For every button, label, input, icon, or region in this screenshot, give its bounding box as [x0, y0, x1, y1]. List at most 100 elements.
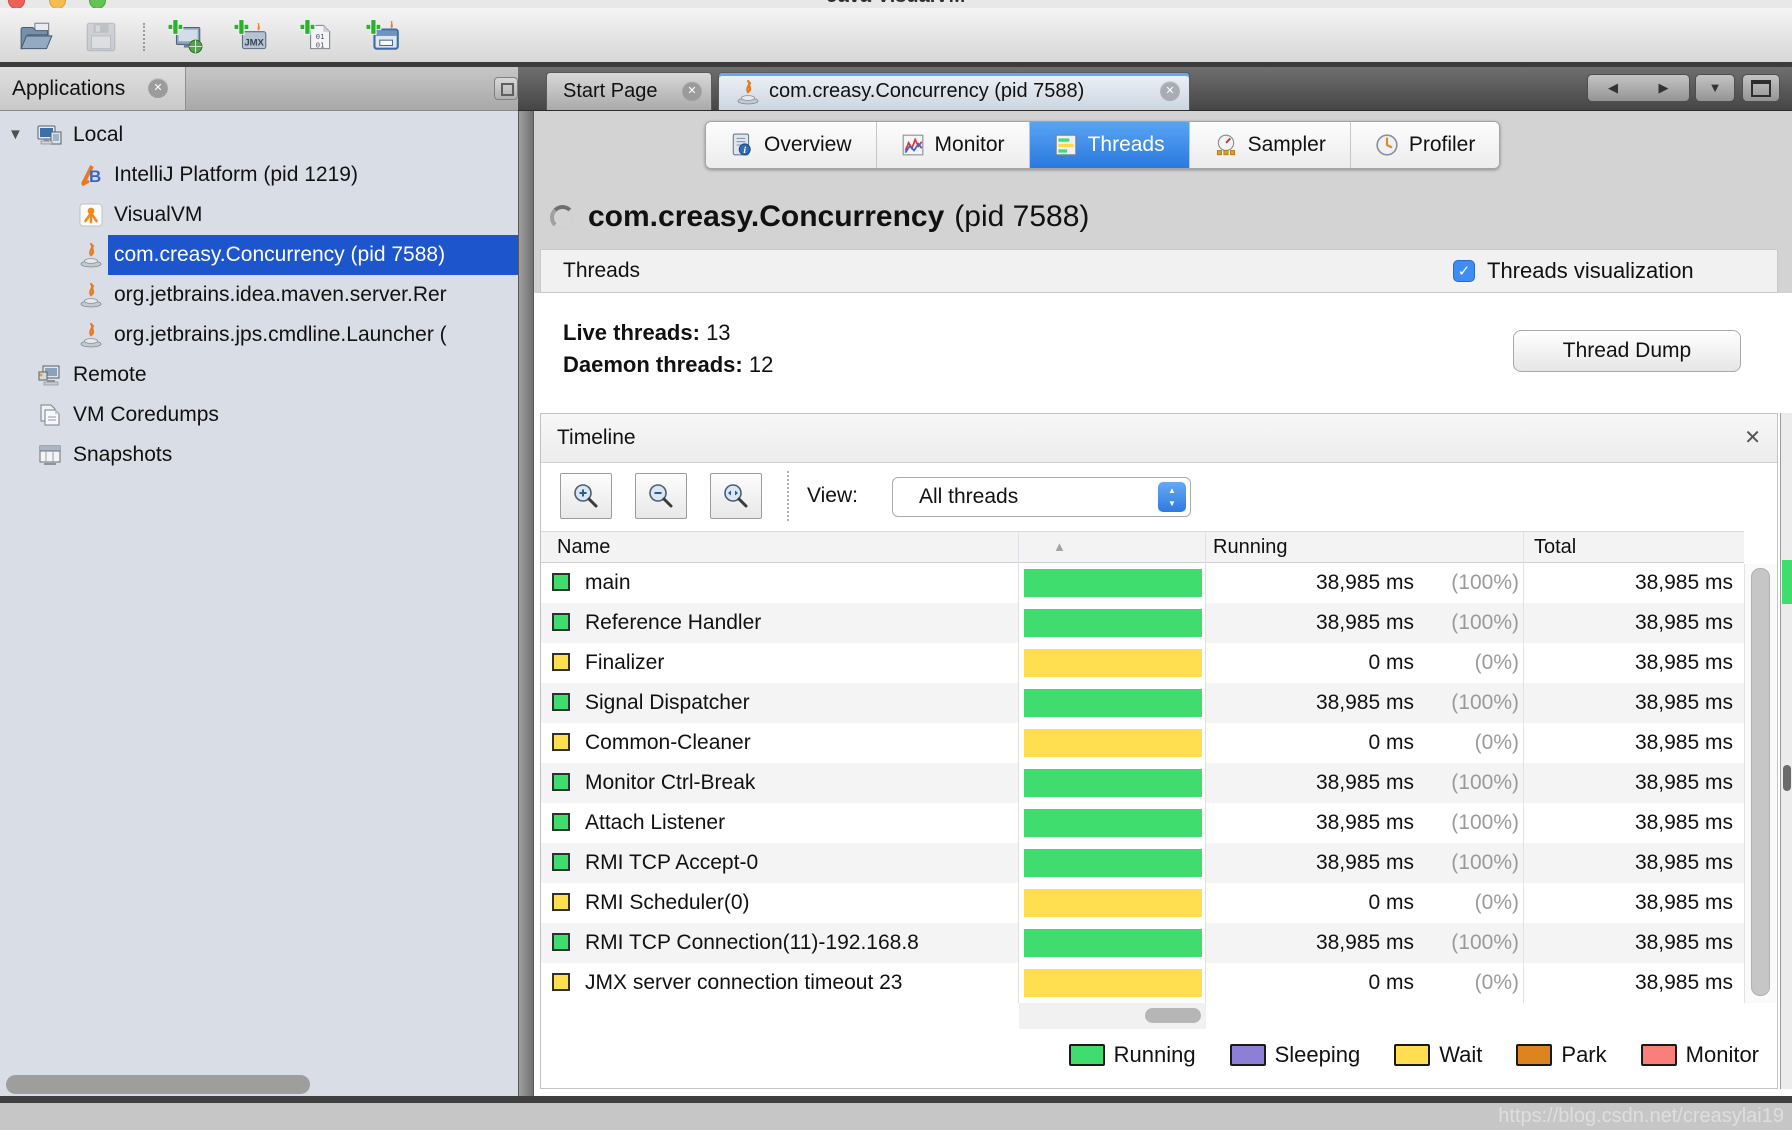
close-icon[interactable]: ✕ [1744, 414, 1761, 462]
thread-state-icon [552, 813, 570, 831]
column-header-total[interactable]: Total [1534, 532, 1576, 562]
tab-list-dropdown-button[interactable]: ▼ [1695, 74, 1735, 102]
thread-row[interactable]: JMX server connection timeout 230 ms(0%)… [541, 963, 1744, 1003]
open-file-icon[interactable] [19, 19, 55, 55]
thread-row[interactable]: Attach Listener38,985 ms(100%)38,985 ms [541, 803, 1744, 843]
add-remote-host-icon[interactable] [168, 19, 204, 55]
spinner-icon [550, 205, 575, 230]
thread-row[interactable]: Signal Dispatcher38,985 ms(100%)38,985 m… [541, 683, 1744, 723]
save-icon[interactable] [83, 19, 119, 55]
threads-visualization-checkbox[interactable]: ✓ [1453, 260, 1475, 282]
expand-arrow-icon[interactable]: ▼ [8, 115, 23, 155]
legend-item-park: Park [1516, 1042, 1606, 1068]
add-vm-coredump-icon[interactable]: 0101 [300, 19, 336, 55]
profiler-icon [1375, 133, 1399, 157]
zoom-out-button[interactable] [635, 473, 687, 519]
sidebar-item-vm-coredumps[interactable]: VM Coredumps [0, 395, 518, 435]
thread-state-icon [552, 893, 570, 911]
subtab-profiler[interactable]: Profiler [1351, 122, 1500, 168]
running-time: 38,985 ms [1316, 803, 1414, 843]
running-time: 0 ms [1368, 723, 1414, 763]
running-percent: (0%) [1475, 963, 1519, 1003]
tab-label: com.creasy.Concurrency (pid 7588) [769, 73, 1084, 109]
subtab-threads[interactable]: Threads [1030, 122, 1190, 168]
column-header-name[interactable]: Name [557, 532, 610, 562]
sidebar-item-snapshots[interactable]: Snapshots [0, 435, 518, 475]
timeline-horizontal-scrollbar[interactable] [1019, 1003, 1206, 1029]
running-percent: (100%) [1451, 763, 1519, 803]
running-percent: (0%) [1475, 723, 1519, 763]
close-icon[interactable]: ✕ [148, 78, 168, 98]
zoom-in-button[interactable] [560, 473, 612, 519]
subtab-monitor[interactable]: Monitor [877, 122, 1030, 168]
thread-row[interactable]: RMI TCP Connection(11)-192.168.8 38,985 m… [541, 923, 1744, 963]
split-handle[interactable] [518, 111, 534, 1096]
sidebar-item-org-jetbrains-idea-maven-server-rer[interactable]: org.jetbrains.idea.maven.server.Rer [0, 275, 518, 315]
running-percent: (100%) [1451, 683, 1519, 723]
close-icon[interactable]: ✕ [682, 81, 702, 101]
live-threads-value: 13 [706, 320, 730, 345]
thread-state-icon [552, 973, 570, 991]
total-time: 38,985 ms [1635, 563, 1733, 603]
page-title-pid: (pid 7588) [954, 200, 1089, 234]
maximize-view-button[interactable] [1742, 74, 1780, 102]
sort-arrow-icon[interactable]: ▲ [1053, 532, 1066, 562]
tab-app-concurrency[interactable]: com.creasy.Concurrency (pid 7588) ✕ [718, 72, 1190, 110]
thread-timeline-bar [1024, 889, 1202, 917]
sidebar-item-remote[interactable]: Remote [0, 355, 518, 395]
scrollbar-thumb[interactable] [1751, 568, 1770, 996]
subtab-sampler[interactable]: Sampler [1190, 122, 1351, 168]
tree-item-label: IntelliJ Platform (pid 1219) [114, 155, 358, 195]
thread-row[interactable]: main38,985 ms(100%)38,985 ms [541, 563, 1744, 603]
applications-tab-label: Applications [12, 77, 125, 100]
thread-name: RMI TCP Connection(11)-192.168.8 [585, 923, 919, 963]
tree-item-label: Remote [73, 355, 147, 395]
thread-row[interactable]: Reference Handler38,985 ms(100%)38,985 m… [541, 603, 1744, 643]
view-label: View: [807, 473, 858, 519]
running-time: 38,985 ms [1316, 763, 1414, 803]
close-icon[interactable]: ✕ [1160, 81, 1180, 101]
subtab-label: Threads [1088, 133, 1165, 157]
scrollbar-thumb[interactable] [1145, 1008, 1201, 1023]
document-tabbar: Start Page ✕ com.creasy.Concurrency (pid… [518, 67, 1792, 111]
table-vertical-scrollbar[interactable] [1744, 564, 1777, 1003]
thread-dump-button[interactable]: Thread Dump [1513, 330, 1741, 372]
tab-start-page[interactable]: Start Page ✕ [546, 72, 712, 110]
view-select[interactable]: All threads ▲▼ [892, 477, 1191, 517]
add-jmx-connection-icon[interactable]: JMX [234, 19, 270, 55]
sidebar-item-org-jetbrains-jps-cmdline-launcher[interactable]: org.jetbrains.jps.cmdline.Launcher ( [0, 315, 518, 355]
thread-row[interactable]: RMI Scheduler(0)0 ms(0%)38,985 ms [541, 883, 1744, 923]
running-time: 38,985 ms [1316, 563, 1414, 603]
thread-state-icon [552, 653, 570, 671]
coredumps-icon [37, 402, 63, 428]
combo-stepper-icon[interactable]: ▲▼ [1158, 482, 1186, 512]
thread-row[interactable]: RMI TCP Accept-038,985 ms(100%)38,985 ms [541, 843, 1744, 883]
page-title: com.creasy.Concurrency (pid 7588) [550, 194, 1089, 240]
column-header-running[interactable]: Running [1213, 532, 1288, 562]
thread-row[interactable]: Monitor Ctrl-Break38,985 ms(100%)38,985 … [541, 763, 1744, 803]
float-panel-button[interactable] [494, 77, 518, 100]
subtab-overview[interactable]: iOverview [706, 122, 877, 168]
java-app-icon [735, 79, 761, 105]
thread-state-icon [552, 613, 570, 631]
thread-timeline-bar [1024, 849, 1202, 877]
tab-scroll-left-button[interactable]: ◀ [1587, 74, 1639, 102]
overview-icon: i [730, 133, 754, 157]
thread-row[interactable]: Common-Cleaner0 ms(0%)38,985 ms [541, 723, 1744, 763]
visualvm-icon [78, 202, 104, 228]
thread-timeline-bar [1024, 809, 1202, 837]
running-time: 38,985 ms [1316, 923, 1414, 963]
tab-scroll-right-button[interactable]: ▶ [1638, 74, 1690, 102]
sidebar-item-intellij-platform-pid-1219[interactable]: BIntelliJ Platform (pid 1219) [0, 155, 518, 195]
sidebar-item-local[interactable]: ▼Local [0, 115, 518, 155]
threads-visualization-label[interactable]: Threads visualization [1487, 250, 1694, 292]
sidebar-horizontal-scrollbar[interactable] [6, 1075, 310, 1094]
sidebar-item-visualvm[interactable]: VisualVM [0, 195, 518, 235]
applications-tab[interactable]: Applications ✕ [0, 67, 186, 110]
thread-row[interactable]: Finalizer0 ms(0%)38,985 ms [541, 643, 1744, 683]
threads-section-label: Threads [563, 259, 640, 282]
add-application-snapshot-icon[interactable] [366, 19, 402, 55]
fit-width-button[interactable] [710, 473, 762, 519]
thread-state-icon [552, 573, 570, 591]
sidebar-item-com-creasy-concurrency-pid-7588[interactable]: com.creasy.Concurrency (pid 7588) [0, 235, 518, 275]
